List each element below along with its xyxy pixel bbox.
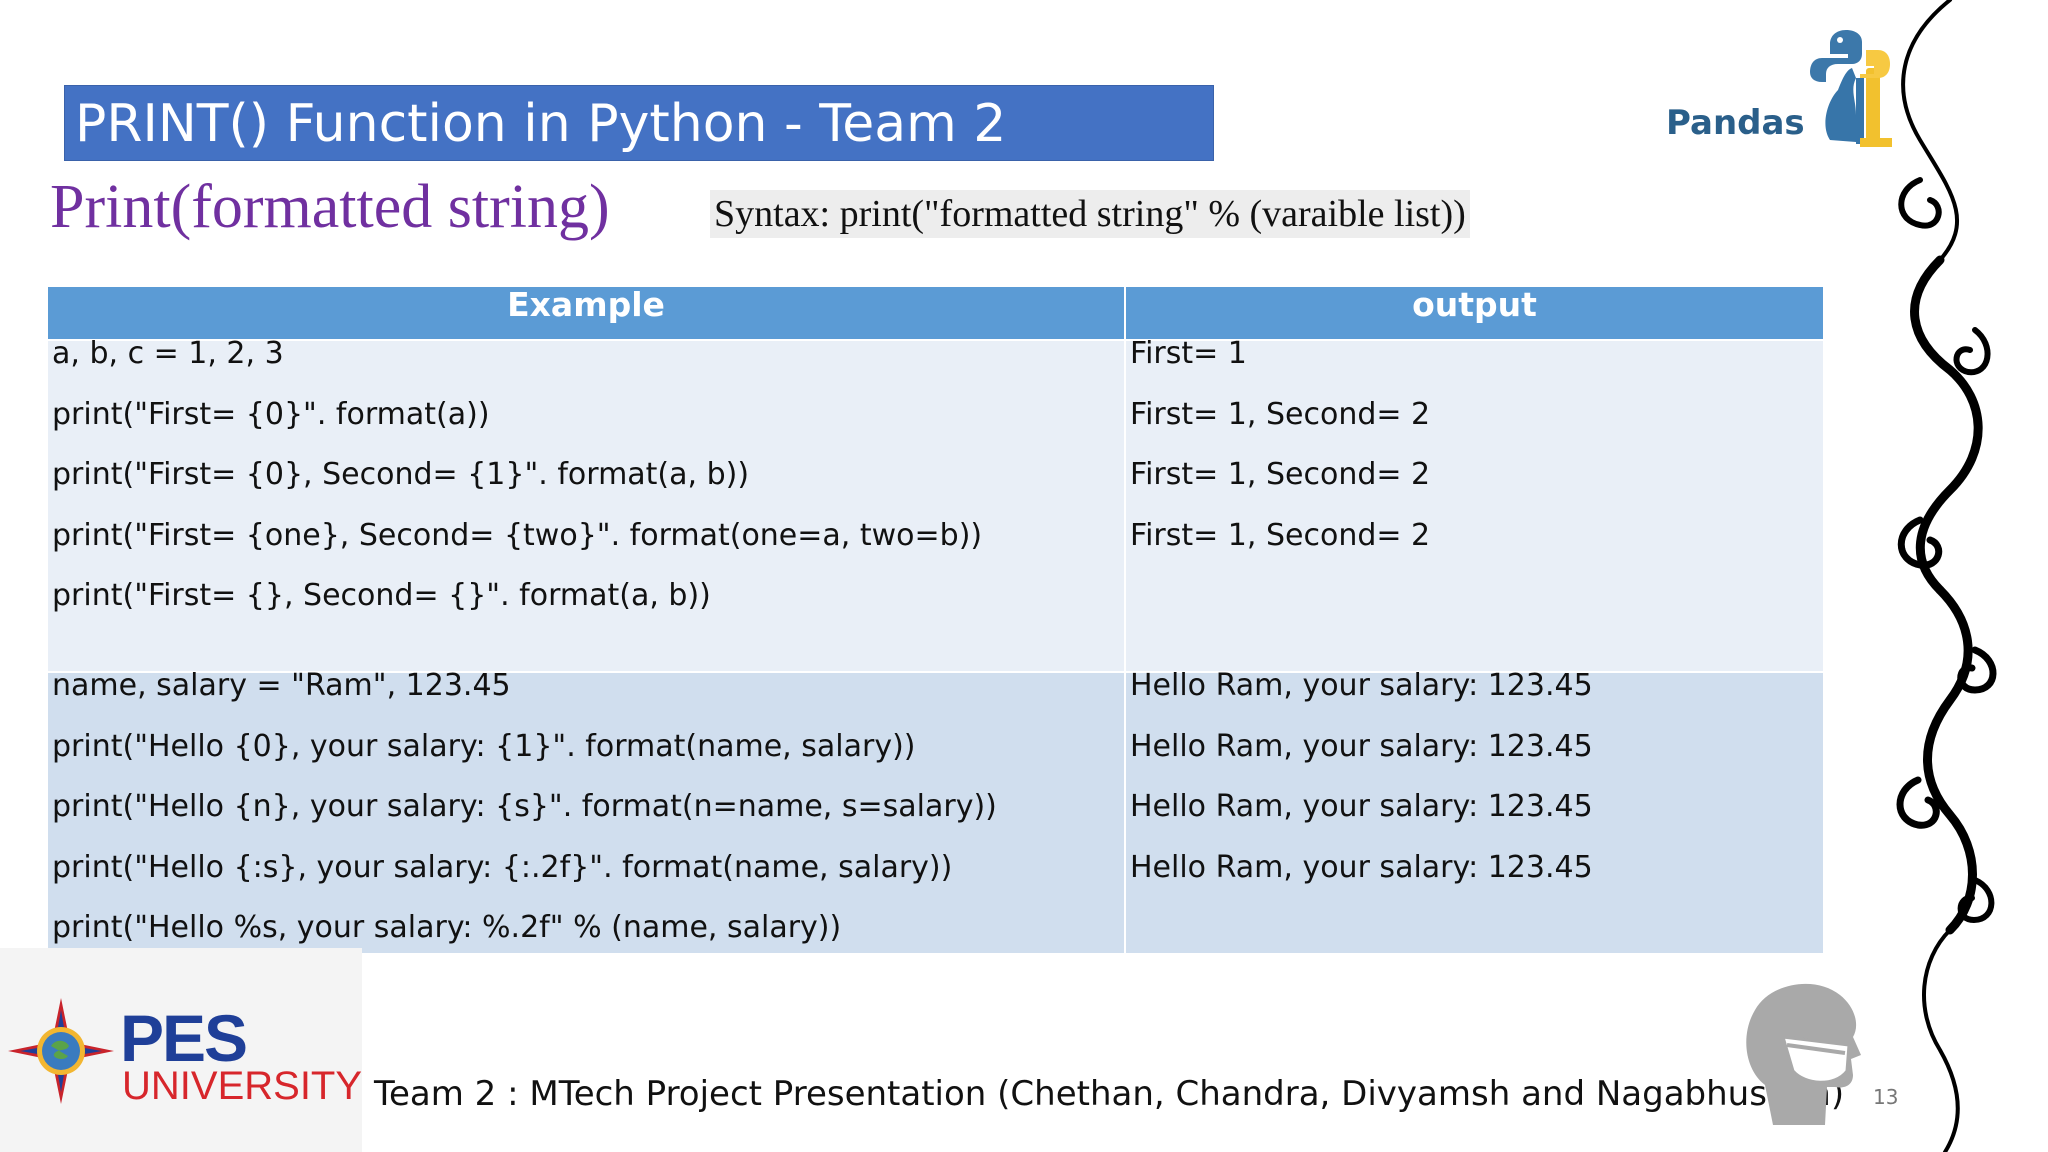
output-line: Hello Ram, your salary: 123.45 — [1130, 668, 1593, 703]
output-line: First= 1 — [1130, 336, 1247, 371]
output-line: First= 1, Second= 2 — [1130, 457, 1431, 492]
output-line: First= 1, Second= 2 — [1130, 517, 1431, 553]
table-row: name, salary = "Ram", 123.45 print("Hell… — [48, 671, 1823, 953]
output-cell: First= 1 First= 1, Second= 2 First= 1, S… — [1126, 336, 1823, 671]
output-line: Hello Ram, your salary: 123.45 — [1130, 728, 1593, 764]
example-cell: a, b, c = 1, 2, 3 print("First= {0}". fo… — [48, 336, 1126, 671]
format-examples-table: Example output a, b, c = 1, 2, 3 print("… — [48, 287, 1823, 953]
section-title: Print(formatted string) — [50, 173, 610, 241]
example-line: a, b, c = 1, 2, 3 — [52, 336, 284, 371]
masked-head-icon — [1746, 983, 1861, 1125]
pes-emblem-icon — [8, 998, 114, 1104]
university-logo-text: UNIVERSITY — [122, 1064, 363, 1108]
header-example: Example — [48, 287, 1126, 339]
slide-title: PRINT() Function in Python - Team 2 cont… — [64, 85, 1214, 230]
decorative-scroll-border — [1896, 0, 1997, 1152]
example-cell: name, salary = "Ram", 123.45 print("Hell… — [48, 668, 1126, 953]
example-line: print("First= {0}, Second= {1}". format(… — [52, 457, 750, 492]
syntax-text: Syntax: print("formatted string" % (vara… — [710, 190, 1470, 238]
output-line: Hello Ram, your salary: 123.45 — [1130, 849, 1593, 885]
example-line: print("First= {}, Second= {}". format(a,… — [52, 578, 711, 613]
example-line: print("Hello {0}, your salary: {1}". for… — [52, 728, 916, 764]
example-line: print("Hello {n}, your salary: {s}". for… — [52, 789, 997, 824]
header-output: output — [1412, 285, 1537, 324]
output-cell: Hello Ram, your salary: 123.45 Hello Ram… — [1126, 668, 1823, 953]
example-line: print("First= {0}". format(a)) — [52, 396, 490, 432]
page-number: 13 — [1873, 1085, 1899, 1109]
output-line: Hello Ram, your salary: 123.45 — [1130, 789, 1593, 824]
footer-caption: Team 2 : MTech Project Presentation (Che… — [374, 1074, 1845, 1114]
table-header-row: Example output — [48, 287, 1823, 339]
example-line: name, salary = "Ram", 123.45 — [52, 668, 511, 703]
output-line: First= 1, Second= 2 — [1130, 396, 1431, 432]
pandas-brand-text: Pandas — [1666, 103, 1805, 143]
example-line: print("First= {one}, Second= {two}". for… — [52, 517, 983, 553]
example-line: print("Hello {:s}, your salary: {:.2f}".… — [52, 849, 953, 885]
table-row: a, b, c = 1, 2, 3 print("First= {0}". fo… — [48, 339, 1823, 671]
